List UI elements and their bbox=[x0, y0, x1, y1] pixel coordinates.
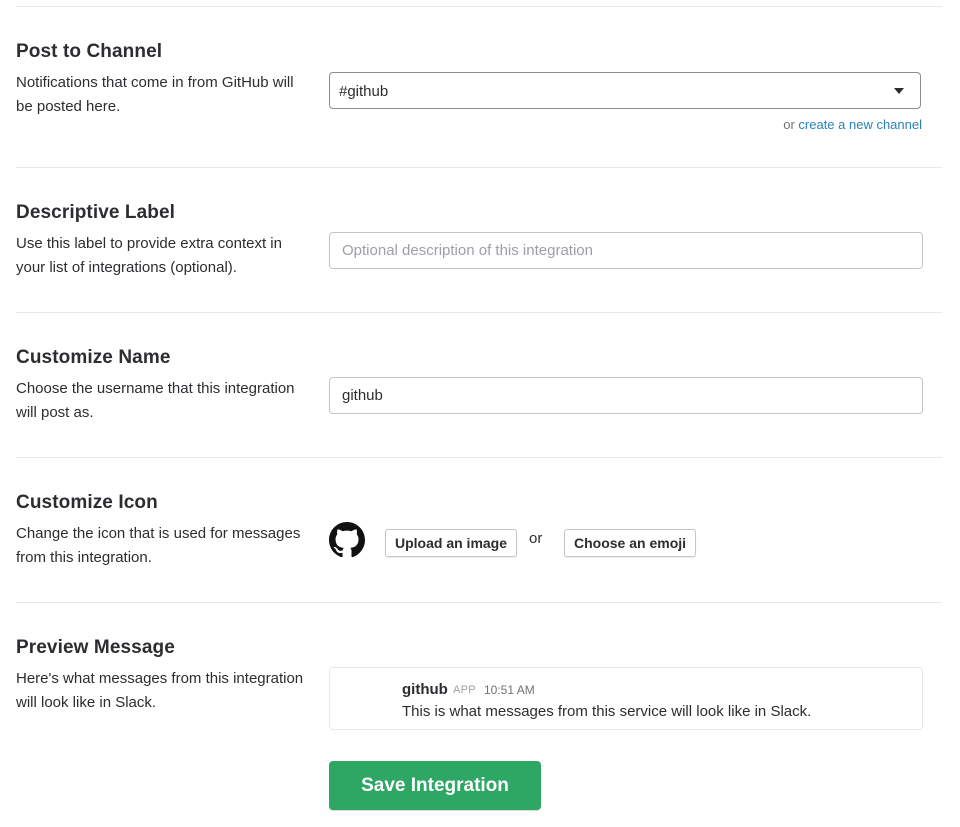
selected-channel: #github bbox=[339, 83, 389, 100]
save-integration-button[interactable]: Save Integration bbox=[329, 761, 541, 810]
section-description: Choose the username that this integratio… bbox=[16, 380, 295, 421]
username-input[interactable] bbox=[329, 377, 923, 414]
section-title: Customize Icon bbox=[16, 492, 158, 513]
section-title: Preview Message bbox=[16, 637, 175, 658]
top-divider bbox=[16, 6, 942, 7]
section-divider bbox=[16, 602, 942, 603]
create-channel-line: or create a new channel bbox=[783, 117, 922, 132]
caret-down-icon bbox=[894, 88, 904, 94]
descriptive-label-input[interactable] bbox=[329, 232, 923, 269]
message-timestamp: 10:51 AM bbox=[484, 683, 535, 697]
section-divider bbox=[16, 167, 942, 168]
or-label: or bbox=[783, 117, 795, 132]
create-new-channel-link[interactable]: create a new channel bbox=[798, 117, 922, 132]
section-description: Notifications that come in from GitHub w… bbox=[16, 74, 294, 115]
or-label: or bbox=[529, 530, 543, 547]
channel-select[interactable]: #github bbox=[329, 72, 921, 109]
section-title: Post to Channel bbox=[16, 41, 163, 62]
section-title: Descriptive Label bbox=[16, 202, 176, 223]
section-divider bbox=[16, 312, 942, 313]
github-icon bbox=[329, 522, 365, 558]
message-preview: github APP 10:51 AM This is what message… bbox=[329, 667, 923, 730]
section-title: Customize Name bbox=[16, 347, 171, 368]
section-divider bbox=[16, 457, 942, 458]
message-text: This is what messages from this service … bbox=[402, 703, 812, 720]
choose-emoji-button[interactable]: Choose an emoji bbox=[564, 529, 697, 557]
upload-image-button[interactable]: Upload an image bbox=[385, 529, 518, 557]
section-description: Use this label to provide extra context … bbox=[16, 235, 282, 276]
section-description: Here's what messages from this integrati… bbox=[16, 670, 304, 711]
section-description: Change the icon that is used for message… bbox=[16, 525, 301, 566]
sender-name: github bbox=[402, 681, 448, 698]
app-badge: APP bbox=[453, 684, 476, 696]
